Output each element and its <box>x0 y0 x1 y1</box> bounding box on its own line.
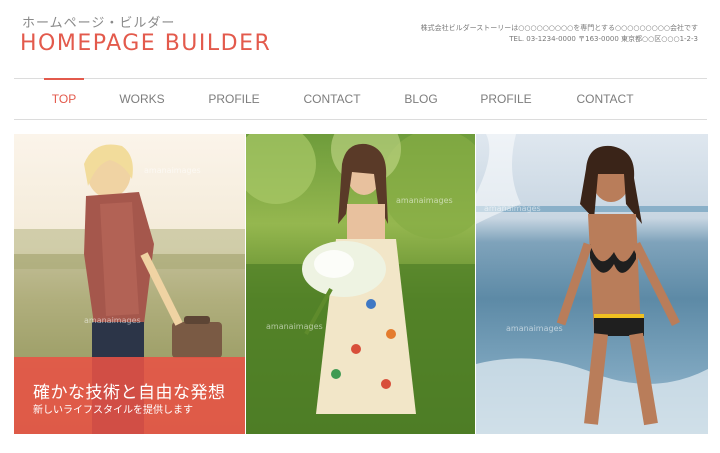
hero-gallery: amanaimages amanaimages amanaimages aman… <box>14 134 708 434</box>
photo-illustration-2 <box>246 134 475 434</box>
hero-photo-beach[interactable]: amanaimages amanaimages <box>476 134 708 434</box>
hero-caption-subtitle: 新しいライフスタイルを提供します <box>33 405 193 416</box>
nav-item-profile[interactable]: PROFILE <box>204 79 264 119</box>
nav-item-profile-2[interactable]: PROFILE <box>476 79 536 119</box>
hero-photo-flower-bouquet[interactable]: amanaimages amanaimages <box>246 134 475 434</box>
nav-item-top[interactable]: TOP <box>44 78 84 119</box>
company-description: 株式会社ビルダーストーリーは○○○○○○○○○を専門とする○○○○○○○○○会社… <box>420 24 698 32</box>
watermark: amanaimages <box>484 204 541 213</box>
nav-item-works[interactable]: WORKS <box>112 79 172 119</box>
hero-caption-title: 確かな技術と自由な発想 <box>33 383 226 403</box>
site-header: ホームページ・ビルダー HOMEPAGE BUILDER 株式会社ビルダーストー… <box>0 0 720 78</box>
watermark: amanaimages <box>144 166 201 175</box>
company-info: 株式会社ビルダーストーリーは○○○○○○○○○を専門とする○○○○○○○○○会社… <box>421 23 698 45</box>
watermark: amanaimages <box>396 196 453 205</box>
photo-illustration-3 <box>476 134 708 434</box>
site-logo[interactable]: HOMEPAGE BUILDER <box>20 31 271 56</box>
watermark: amanaimages <box>506 324 563 333</box>
logo-subtitle: ホームページ・ビルダー <box>22 16 176 31</box>
nav-item-contact[interactable]: CONTACT <box>298 79 366 119</box>
main-navigation: TOP WORKS PROFILE CONTACT BLOG PROFILE C… <box>14 78 707 120</box>
watermark: amanaimages <box>84 316 141 325</box>
nav-item-contact-2[interactable]: CONTACT <box>571 79 639 119</box>
watermark: amanaimages <box>266 322 323 331</box>
nav-item-blog[interactable]: BLOG <box>400 79 442 119</box>
company-address: TEL. 03-1234-0000 〒163-0000 東京都○○区○○○1-2… <box>509 35 698 43</box>
